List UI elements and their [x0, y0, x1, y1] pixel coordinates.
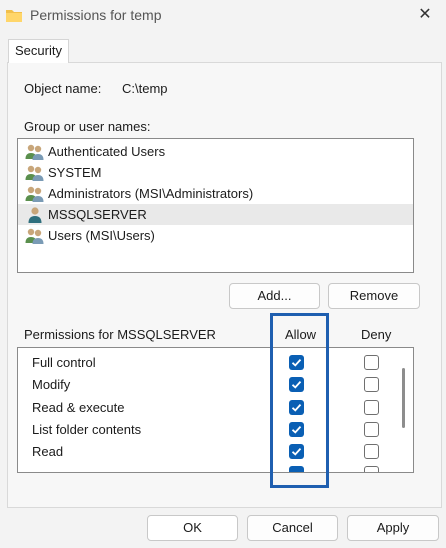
allow-checkbox[interactable] — [289, 355, 304, 370]
permission-row: Modify — [18, 374, 398, 396]
permissions-scrollbar[interactable] — [400, 348, 408, 468]
user-name: SYSTEM — [48, 165, 102, 180]
user-group-icon — [25, 144, 44, 160]
remove-button[interactable]: Remove — [328, 283, 420, 309]
deny-checkbox[interactable] — [364, 466, 379, 472]
user-group-icon — [25, 165, 44, 181]
user-group-icon — [25, 228, 44, 244]
permission-name: Full control — [32, 355, 96, 370]
permission-row: Full control — [18, 352, 398, 374]
user-name: Users (MSI\Users) — [48, 228, 155, 243]
object-name-value: C:\temp — [122, 81, 168, 96]
user-list[interactable]: Authenticated Users SYSTEM Administrator… — [17, 138, 414, 273]
user-list-item[interactable]: Authenticated Users — [18, 141, 413, 162]
deny-checkbox[interactable] — [364, 400, 379, 415]
user-list-item-selected[interactable]: MSSQLSERVER — [18, 204, 413, 225]
permission-name: Read & execute — [32, 400, 125, 415]
permission-name: Read — [32, 444, 64, 459]
apply-button[interactable]: Apply — [347, 515, 439, 541]
allow-checkbox[interactable] — [289, 466, 304, 472]
permission-row — [18, 463, 398, 472]
permission-row: List folder contents — [18, 419, 398, 441]
user-name: MSSQLSERVER — [48, 207, 147, 222]
allow-checkbox[interactable] — [289, 422, 304, 437]
object-name-label: Object name: — [24, 81, 102, 96]
cancel-button[interactable]: Cancel — [247, 515, 338, 541]
permission-row: Read — [18, 441, 398, 463]
folder-icon — [6, 10, 22, 22]
deny-column-header: Deny — [361, 327, 392, 342]
permissions-list[interactable]: Full control Modify Read & execute List … — [17, 347, 414, 473]
user-group-icon — [25, 186, 44, 202]
close-icon[interactable]: ✕ — [414, 4, 436, 26]
title-bar: Permissions for temp ✕ — [0, 0, 446, 30]
tab-security[interactable]: Security — [8, 39, 69, 63]
deny-checkbox[interactable] — [364, 377, 379, 392]
group-names-label: Group or user names: — [24, 119, 151, 134]
allow-checkbox[interactable] — [289, 444, 304, 459]
permission-name: List folder contents — [32, 422, 142, 437]
add-button[interactable]: Add... — [229, 283, 320, 309]
deny-checkbox[interactable] — [364, 444, 379, 459]
user-list-item[interactable]: Administrators (MSI\Administrators) — [18, 183, 413, 204]
permission-row: Read & execute — [18, 397, 398, 419]
deny-checkbox[interactable] — [364, 422, 379, 437]
deny-checkbox[interactable] — [364, 355, 379, 370]
scrollbar-thumb[interactable] — [402, 368, 405, 428]
allow-column-header: Allow — [285, 327, 317, 342]
user-list-item[interactable]: SYSTEM — [18, 162, 413, 183]
permission-name: Modify — [32, 377, 71, 392]
user-name: Authenticated Users — [48, 144, 166, 159]
permissions-label: Permissions for MSSQLSERVER — [24, 327, 216, 342]
user-icon — [28, 207, 42, 223]
allow-checkbox[interactable] — [289, 377, 304, 392]
user-name: Administrators (MSI\Administrators) — [48, 186, 254, 201]
user-list-item[interactable]: Users (MSI\Users) — [18, 225, 413, 246]
window-title: Permissions for temp — [30, 7, 162, 23]
allow-checkbox[interactable] — [289, 400, 304, 415]
ok-button[interactable]: OK — [147, 515, 238, 541]
